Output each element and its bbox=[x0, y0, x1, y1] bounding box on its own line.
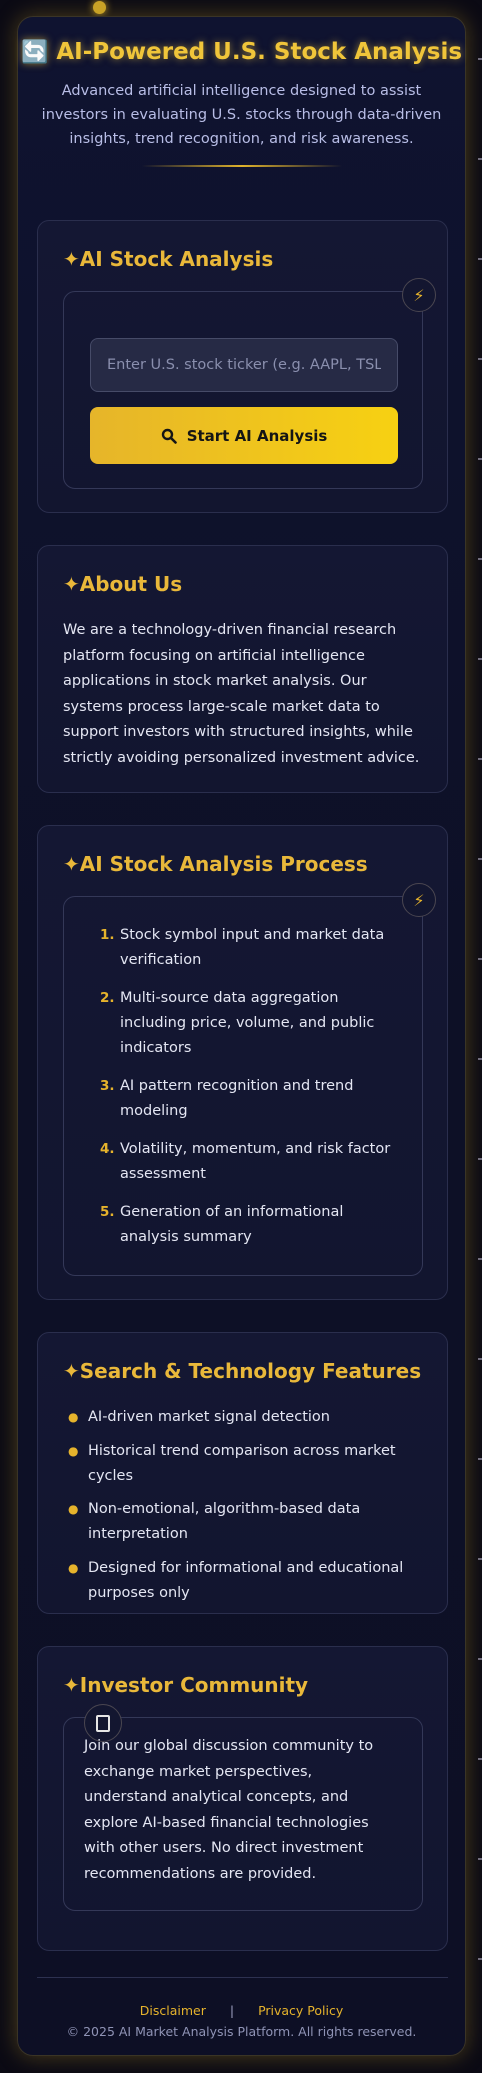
analysis-card: ✦AI Stock Analysis ⚡ Start AI Analysis bbox=[37, 220, 448, 513]
bullet-icon: ● bbox=[68, 1502, 79, 1516]
step-text: Multi-source data aggregation including … bbox=[120, 990, 375, 1056]
feature-item: ● Non-emotional, algorithm-based data int… bbox=[68, 1497, 418, 1547]
page-container: 🔄 AI-Powered U.S. Stock Analysis Advance… bbox=[17, 16, 466, 2056]
community-title: ✦Investor Community bbox=[63, 1673, 309, 1697]
analysis-title: ✦AI Stock Analysis bbox=[63, 247, 274, 271]
decorative-glow-dot bbox=[93, 1, 106, 14]
site-title-text: AI-Powered U.S. Stock Analysis bbox=[56, 39, 463, 65]
footer-divider bbox=[37, 1977, 448, 1978]
feature-item: ● Designed for informational and educatio… bbox=[68, 1556, 418, 1606]
feature-text: Designed for informational and education… bbox=[88, 1559, 404, 1601]
step-number: 1. bbox=[100, 927, 115, 943]
about-title: ✦About Us bbox=[63, 572, 183, 596]
feature-text: Historical trend comparison across marke… bbox=[88, 1442, 396, 1484]
process-step: 5. Generation of an informational analysi… bbox=[100, 1200, 400, 1250]
process-step: 2. Multi-source data aggregation includin… bbox=[100, 986, 400, 1061]
process-step: 1. Stock symbol input and market data ver… bbox=[100, 923, 400, 973]
community-box: Join our global discussion community to … bbox=[63, 1704, 423, 1911]
feature-item: ● AI-driven market signal detection bbox=[68, 1405, 418, 1430]
features-title: ✦Search & Technology Features bbox=[63, 1359, 422, 1383]
process-card: ✦AI Stock Analysis Process ⚡ 1. Stock sym… bbox=[37, 825, 448, 1300]
feature-item: ● Historical trend comparison across mark… bbox=[68, 1439, 418, 1489]
step-text: Stock symbol input and market data verif… bbox=[120, 927, 385, 968]
step-number: 2. bbox=[100, 990, 115, 1006]
scrollbar-track[interactable] bbox=[478, 40, 482, 2050]
step-number: 4. bbox=[100, 1141, 115, 1157]
step-text: AI pattern recognition and trend modelin… bbox=[120, 1078, 354, 1119]
step-number: 5. bbox=[100, 1204, 115, 1220]
community-text: Join our global discussion community to … bbox=[84, 1738, 374, 1882]
community-card: ✦Investor Community Join our global disc… bbox=[37, 1646, 448, 1951]
process-steps-box: ⚡ 1. Stock symbol input and market data v… bbox=[63, 883, 436, 1276]
site-title: 🔄 AI-Powered U.S. Stock Analysis bbox=[18, 39, 465, 65]
site-footer: Disclaimer | Privacy Policy © 2025 AI Ma… bbox=[18, 2003, 465, 2039]
bullet-icon: ● bbox=[68, 1560, 79, 1575]
feature-text: Non-emotional, algorithm-based data inte… bbox=[88, 1501, 361, 1542]
step-text: Generation of an informational analysis … bbox=[120, 1204, 344, 1245]
footer-links: Disclaimer | Privacy Policy bbox=[18, 2003, 465, 2018]
header-divider bbox=[141, 165, 342, 167]
process-steps: 1. Stock symbol input and market data ver… bbox=[100, 923, 400, 1263]
analysis-form: ⚡ Start AI Analysis bbox=[63, 278, 436, 489]
about-card: ✦About Us We are a technology-driven fin… bbox=[37, 545, 448, 793]
site-subtitle: Advanced artificial intelligence designe… bbox=[41, 83, 442, 147]
refresh-logo-icon: 🔄 bbox=[20, 39, 49, 65]
lightning-icon: ⚡ bbox=[402, 278, 436, 312]
step-number: 3. bbox=[100, 1078, 115, 1094]
copyright-text: © 2025 AI Market Analysis Platform. All … bbox=[66, 2024, 417, 2039]
features-list: ● AI-driven market signal detection ● Hist… bbox=[68, 1405, 418, 1614]
process-step: 3. AI pattern recognition and trend model… bbox=[100, 1074, 400, 1124]
features-card: ✦Search & Technology Features ● AI-driven… bbox=[37, 1332, 448, 1614]
step-text: Volatility, momentum, and risk factor as… bbox=[120, 1141, 391, 1182]
ticker-input[interactable] bbox=[90, 338, 398, 392]
start-analysis-button[interactable]: Start AI Analysis bbox=[90, 407, 398, 464]
lightning-icon: ⚡ bbox=[402, 883, 436, 917]
feature-text: AI-driven market signal detection bbox=[88, 1409, 330, 1425]
footer-separator: | bbox=[229, 2003, 235, 2018]
privacy-policy-link[interactable]: Privacy Policy bbox=[258, 2003, 343, 2018]
start-analysis-label: Start AI Analysis bbox=[186, 426, 328, 445]
bullet-icon: ● bbox=[68, 1410, 79, 1424]
process-title: ✦AI Stock Analysis Process bbox=[63, 852, 368, 876]
bullet-icon: ● bbox=[68, 1443, 79, 1458]
search-icon bbox=[161, 428, 177, 444]
about-text: We are a technology-driven financial res… bbox=[63, 622, 420, 766]
process-step: 4. Volatility, momentum, and risk factor … bbox=[100, 1137, 400, 1187]
disclaimer-link[interactable]: Disclaimer bbox=[140, 2003, 206, 2018]
site-header: 🔄 AI-Powered U.S. Stock Analysis Advance… bbox=[18, 17, 465, 167]
